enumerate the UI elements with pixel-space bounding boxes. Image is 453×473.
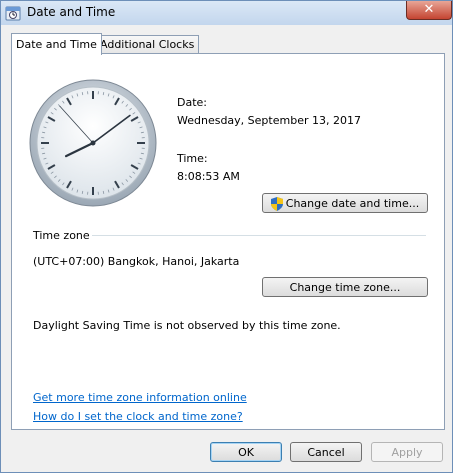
window-title: Date and Time bbox=[27, 5, 116, 19]
close-icon: ✕ bbox=[423, 2, 435, 17]
close-button[interactable]: ✕ bbox=[406, 1, 452, 20]
change-date-time-button[interactable]: Change date and time... bbox=[262, 193, 428, 213]
time-zone-section-label: Time zone bbox=[33, 229, 90, 242]
change-date-time-label: Change date and time... bbox=[285, 197, 420, 210]
time-label: Time: bbox=[177, 152, 208, 165]
analog-clock bbox=[29, 79, 157, 207]
cancel-button[interactable]: Cancel bbox=[290, 442, 362, 462]
tab-label: Additional Clocks bbox=[100, 38, 195, 51]
time-zone-value: (UTC+07:00) Bangkok, Hanoi, Jakarta bbox=[33, 255, 240, 268]
time-value: 8:08:53 AM bbox=[177, 170, 240, 183]
clock-app-icon bbox=[5, 6, 21, 21]
ok-button[interactable]: OK bbox=[210, 442, 282, 462]
tab-date-and-time[interactable]: Date and Time bbox=[11, 33, 102, 55]
date-value: Wednesday, September 13, 2017 bbox=[177, 114, 361, 127]
tab-label: Date and Time bbox=[16, 38, 97, 51]
date-time-dialog: Date and Time ✕ Date and Time Additional… bbox=[0, 0, 453, 473]
more-time-zone-info-link[interactable]: Get more time zone information online bbox=[33, 391, 247, 404]
change-time-zone-label: Change time zone... bbox=[289, 281, 401, 294]
apply-label: Apply bbox=[391, 446, 423, 459]
apply-button[interactable]: Apply bbox=[371, 442, 443, 462]
title-bar[interactable]: Date and Time ✕ bbox=[1, 1, 452, 25]
ok-label: OK bbox=[238, 446, 254, 459]
tab-additional-clocks[interactable]: Additional Clocks bbox=[95, 35, 200, 54]
cancel-label: Cancel bbox=[307, 446, 345, 459]
dst-note: Daylight Saving Time is not observed by … bbox=[33, 319, 341, 332]
tab-panel: Date: Wednesday, September 13, 2017 Time… bbox=[11, 53, 445, 430]
uac-shield-icon bbox=[270, 197, 283, 211]
date-label: Date: bbox=[177, 96, 207, 109]
section-divider bbox=[92, 235, 426, 236]
change-time-zone-button[interactable]: Change time zone... bbox=[262, 277, 428, 297]
how-to-set-clock-link[interactable]: How do I set the clock and time zone? bbox=[33, 410, 243, 423]
